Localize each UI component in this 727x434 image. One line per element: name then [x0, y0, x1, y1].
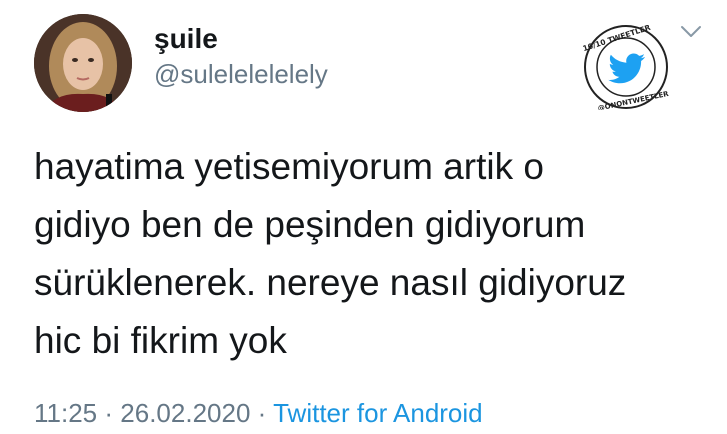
avatar-photo — [34, 14, 132, 112]
meta-separator: · — [104, 398, 114, 428]
tweet-line: gidiyo ben de peşinden gidiyorum — [34, 204, 586, 245]
tweet-time[interactable]: 11:25 — [34, 398, 97, 428]
tweet-meta: 11:25 · 26.02.2020 · Twitter for Android — [34, 400, 483, 426]
display-name[interactable]: şuile — [154, 25, 218, 53]
tweet-card: şuile @sulelelelelely 10/10 TWEETLER @ON… — [0, 0, 727, 434]
tweet-line: hayatima yetisemiyorum artik o — [34, 146, 544, 187]
tweet-text: hayatima yetisemiyorum artik o gidiyo be… — [34, 138, 704, 370]
tweet-source-link[interactable]: Twitter for Android — [273, 398, 483, 428]
watermark-badge: 10/10 TWEETLER @ONONTWEETLER — [582, 23, 670, 113]
twitter-bird-icon: 10/10 TWEETLER @ONONTWEETLER — [582, 23, 670, 113]
chevron-down-icon[interactable] — [680, 24, 702, 40]
user-handle[interactable]: @sulelelelelely — [154, 61, 328, 87]
tweet-date[interactable]: 26.02.2020 — [120, 398, 250, 428]
meta-separator: · — [257, 398, 267, 428]
tweet-line: hic bi fikrim yok — [34, 320, 287, 361]
tweet-line: sürüklenerek. nereye nasıl gidiyoruz — [34, 262, 627, 303]
avatar[interactable] — [34, 14, 132, 112]
